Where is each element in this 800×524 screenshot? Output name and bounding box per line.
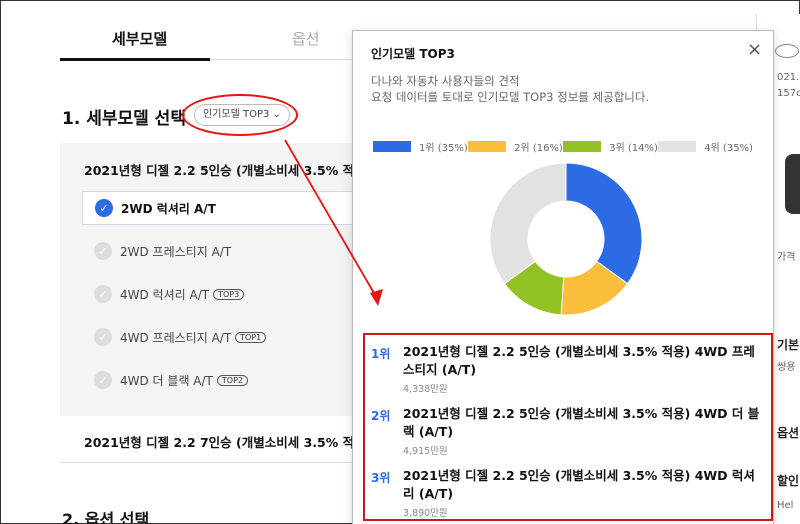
popup-description-line: 다나와 자동차 사용자들의 견적 — [371, 74, 520, 88]
model-group-title[interactable]: 2021년형 디젤 2.2 5인승 (개별소비세 3.5% 적용) — [84, 160, 354, 179]
model-option[interactable]: ✓ 2WD 럭셔리 A/T — [82, 191, 354, 225]
model-option-label: 4WD 더 블랙 A/T — [120, 373, 213, 388]
model-option-label: 2WD 프레스티지 A/T — [120, 244, 232, 259]
divider — [60, 462, 360, 463]
section-title-model: 1. 세부모델 선택 — [62, 109, 186, 129]
model-option-label: 4WD 럭셔리 A/T — [120, 287, 210, 302]
top-badge: TOP1 — [235, 331, 267, 343]
section-title-options: 2. 옵션 선택 — [62, 510, 150, 524]
legend-swatch — [373, 141, 411, 152]
rank-model-name: 2021년형 디젤 2.2 5인승 (개별소비세 3.5% 적용) 4WD 더 … — [403, 406, 760, 439]
rail-text: 쌍용 — [777, 362, 796, 373]
legend-item: 3위 (14%) — [563, 139, 658, 154]
model-group-title[interactable]: 2021년형 디젤 2.2 7인승 (개별소비세 3.5% 적용) — [84, 432, 354, 451]
check-icon: ✓ — [94, 285, 112, 303]
legend-item: 1위 (35%) — [373, 139, 468, 154]
tab-detail-model[interactable]: 세부모델 — [112, 28, 167, 49]
top-badge: TOP3 — [213, 288, 245, 300]
rank-model-name: 2021년형 디젤 2.2 5인승 (개별소비세 3.5% 적용) 4WD 프레… — [403, 344, 755, 377]
rank-model-name: 2021년형 디젤 2.2 5인승 (개별소비세 3.5% 적용) 4WD 럭셔… — [403, 468, 755, 501]
model-option[interactable]: ✓ 4WD 럭셔리 A/T TOP3 — [82, 277, 354, 311]
chart-legend: 1위 (35%) 2위 (16%) 3위 (14%) 4위 (35%) — [373, 139, 753, 154]
donut-chart — [489, 162, 643, 316]
legend-swatch — [658, 141, 697, 152]
tab-active-indicator — [60, 58, 210, 61]
legend-label: 4위 (35%) — [704, 143, 753, 154]
legend-label: 3위 (14%) — [609, 143, 658, 154]
legend-label: 1위 (35%) — [419, 143, 468, 154]
check-icon: ✓ — [94, 371, 112, 389]
rail-text: 가격 — [777, 252, 796, 263]
car-image — [785, 154, 800, 214]
top3-ranking-list: 1위 2021년형 디젤 2.2 5인승 (개별소비세 3.5% 적용) 4WD… — [363, 333, 773, 521]
rail-text: Hel — [777, 500, 794, 511]
donut-slice-4위 — [489, 162, 567, 285]
donut-slice-1위 — [565, 162, 643, 285]
check-icon: ✓ — [94, 328, 112, 346]
rail-text: 기본 — [777, 338, 800, 352]
top-badge: TOP2 — [216, 374, 248, 386]
legend-label: 2위 (16%) — [514, 143, 563, 154]
rail-text: 157c — [777, 88, 800, 99]
close-icon[interactable]: × — [747, 41, 762, 59]
model-option[interactable]: ✓ 4WD 프레스티지 A/T TOP1 — [82, 320, 354, 354]
legend-swatch — [468, 141, 507, 152]
popup-title: 인기모델 TOP3 — [371, 47, 455, 61]
rail-text: 옵션 — [777, 426, 800, 440]
check-icon: ✓ — [94, 242, 112, 260]
model-option-label: 2WD 럭셔리 A/T — [121, 201, 216, 216]
rank-price: 4,338만원 — [403, 384, 448, 395]
rail-text: 021. — [777, 72, 800, 83]
rank-price: 3,890만원 — [403, 508, 448, 519]
rank-number: 1위 — [371, 347, 391, 361]
legend-item: 4위 (35%) — [658, 139, 753, 154]
top3-popup: 인기모델 TOP3 × 다나와 자동차 사용자들의 견적 요청 데이터를 토대로… — [352, 30, 774, 524]
rank-price: 4,915만원 — [403, 446, 448, 457]
rank-number: 3위 — [371, 471, 391, 485]
popup-description-line: 요청 데이터를 토대로 인기모델 TOP3 정보를 제공합니다. — [371, 90, 650, 104]
rail-text: 할인 — [777, 474, 800, 488]
legend-item: 2위 (16%) — [468, 139, 563, 154]
check-icon: ✓ — [95, 199, 113, 217]
brand-logo-icon — [775, 44, 799, 58]
legend-swatch — [563, 141, 602, 152]
model-option[interactable]: ✓ 4WD 더 블랙 A/T TOP2 — [82, 363, 354, 397]
popup-description: 다나와 자동차 사용자들의 견적 요청 데이터를 토대로 인기모델 TOP3 정… — [371, 73, 761, 105]
tab-options[interactable]: 옵션 — [292, 28, 320, 49]
rank-number: 2위 — [371, 409, 391, 423]
model-option-label: 4WD 프레스티지 A/T — [120, 330, 232, 345]
highlight-ellipse — [182, 94, 298, 136]
model-option[interactable]: ✓ 2WD 프레스티지 A/T — [82, 234, 354, 268]
